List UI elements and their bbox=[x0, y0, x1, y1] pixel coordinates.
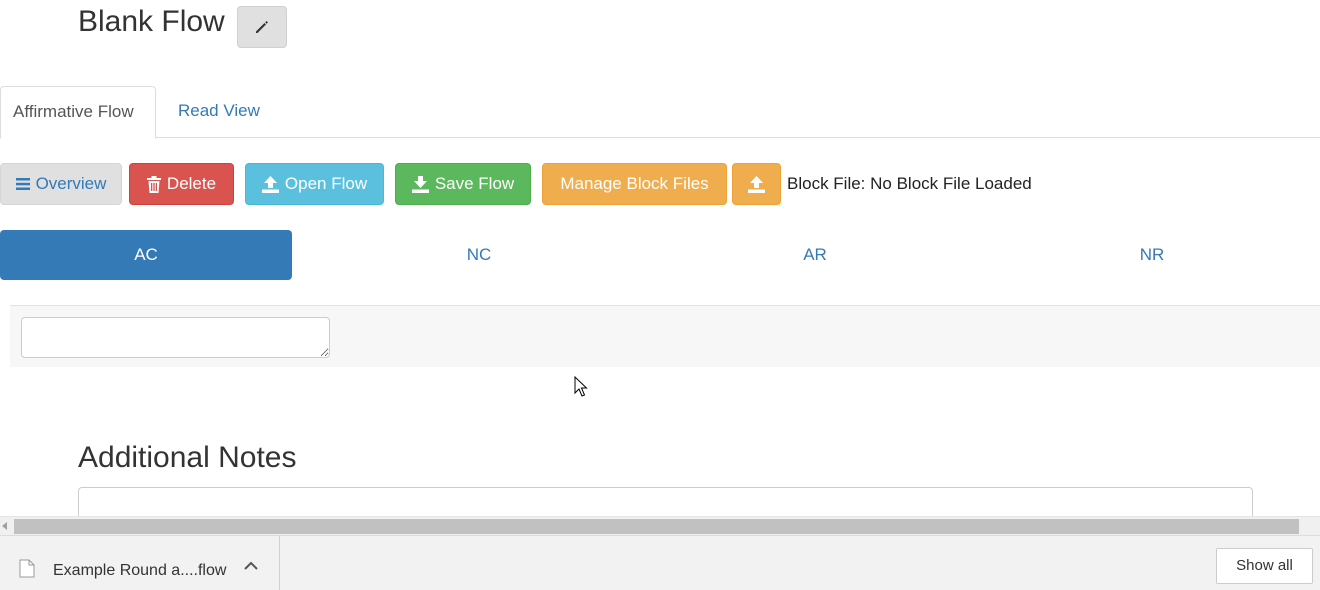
upload-icon bbox=[261, 175, 279, 193]
save-flow-button[interactable]: Save Flow bbox=[395, 163, 531, 205]
block-file-status: Block File: No Block File Loaded bbox=[787, 174, 1032, 193]
delete-label: Delete bbox=[166, 174, 217, 193]
save-flow-label: Save Flow bbox=[434, 174, 515, 193]
mouse-cursor-icon bbox=[574, 376, 588, 397]
open-flow-button[interactable]: Open Flow bbox=[245, 163, 384, 205]
scroll-left-icon[interactable] bbox=[2, 522, 7, 530]
manage-block-files-button[interactable]: Manage Block Files bbox=[542, 163, 727, 205]
download-bar: Example Round a....flow Show all bbox=[0, 535, 1320, 590]
trash-icon bbox=[146, 175, 161, 193]
toolbar: Overview Delete Open Flow Save Flow Mana… bbox=[0, 163, 1320, 205]
overview-button[interactable]: Overview bbox=[0, 163, 122, 205]
tab-read-view[interactable]: Read View bbox=[166, 86, 272, 138]
horizontal-scrollbar[interactable] bbox=[0, 516, 1320, 535]
hamburger-icon bbox=[15, 178, 30, 190]
page-title: Blank Flow bbox=[78, 5, 225, 38]
title-row: Blank Flow bbox=[78, 4, 225, 40]
upload-block-file-button[interactable] bbox=[732, 163, 781, 205]
edit-title-button[interactable] bbox=[237, 6, 287, 48]
download-item[interactable]: Example Round a....flow bbox=[0, 536, 280, 590]
tab-affirmative-flow[interactable]: Affirmative Flow bbox=[0, 86, 156, 139]
open-flow-label: Open Flow bbox=[284, 174, 368, 193]
upload-icon bbox=[748, 175, 765, 193]
file-icon bbox=[19, 559, 35, 578]
tab-ac[interactable]: AC bbox=[0, 230, 292, 280]
flow-panel bbox=[10, 305, 1320, 367]
speech-tabs: AC NC AR NR bbox=[0, 230, 1320, 280]
manage-block-files-label: Manage Block Files bbox=[560, 174, 709, 193]
tab-nc[interactable]: NC bbox=[333, 230, 625, 280]
flow-tabs: Affirmative Flow Read View bbox=[0, 86, 1320, 139]
download-file-name: Example Round a....flow bbox=[53, 562, 227, 579]
page: Blank Flow Affirmative Flow Read View Ov… bbox=[0, 0, 1320, 590]
additional-notes-heading: Additional Notes bbox=[78, 441, 297, 474]
tab-ar[interactable]: AR bbox=[669, 230, 961, 280]
scrollbar-thumb[interactable] bbox=[14, 519, 1299, 534]
show-all-button[interactable]: Show all bbox=[1216, 548, 1313, 584]
delete-button[interactable]: Delete bbox=[129, 163, 234, 205]
pencil-icon bbox=[256, 21, 268, 33]
tab-nr[interactable]: NR bbox=[1006, 230, 1298, 280]
download-icon bbox=[411, 175, 429, 193]
argument-input[interactable] bbox=[21, 317, 330, 358]
overview-label: Overview bbox=[35, 174, 107, 193]
chevron-up-icon[interactable] bbox=[243, 560, 259, 572]
